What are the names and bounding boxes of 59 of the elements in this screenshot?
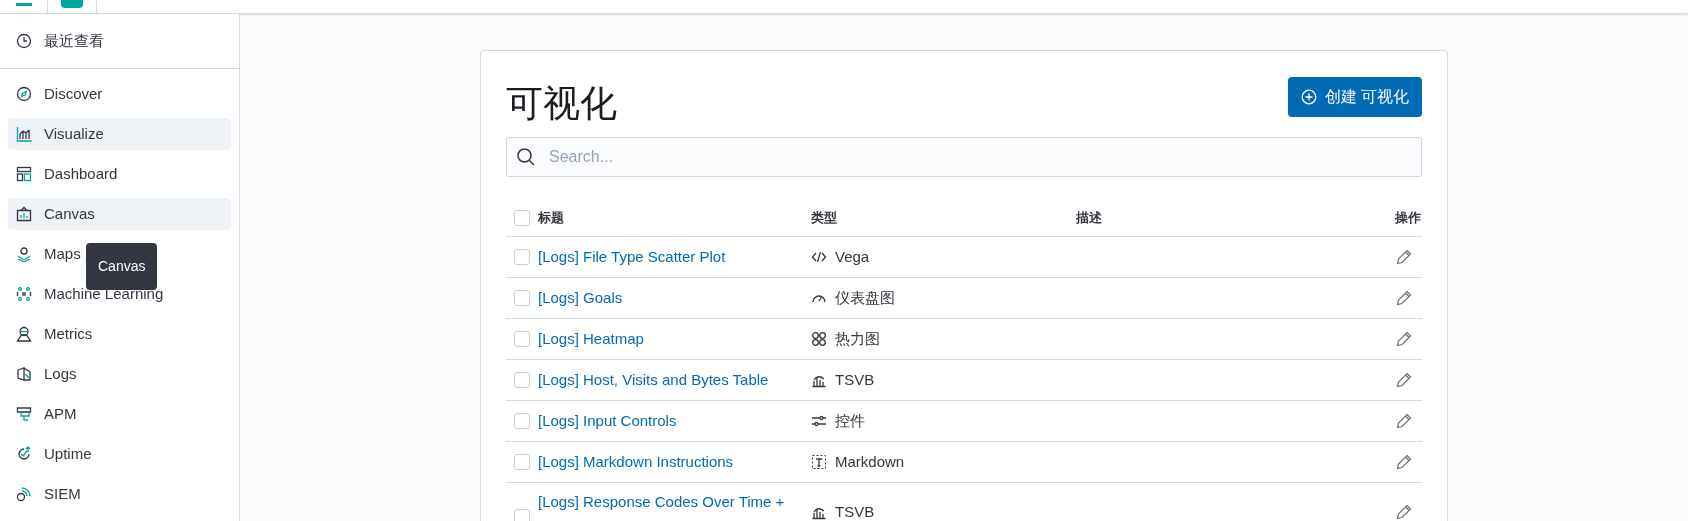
sidebar-item[interactable]: Discover — [8, 78, 111, 110]
sidebar-item[interactable]: SIEM — [8, 478, 89, 510]
page-title: 可视化 — [506, 82, 617, 126]
visualization-link[interactable]: [Logs] File Type Scatter Plot — [538, 247, 726, 265]
sidebar-item[interactable]: APM — [8, 398, 85, 430]
sidebar-item[interactable]: Visualize — [8, 118, 112, 150]
checkbox[interactable] — [514, 454, 530, 470]
sidebar-item[interactable]: 最近查看 — [8, 25, 112, 57]
pencil-icon[interactable] — [1396, 372, 1412, 388]
pencil-icon[interactable] — [1396, 290, 1412, 306]
pencil-icon[interactable] — [1396, 249, 1412, 265]
pencil-icon[interactable] — [1396, 331, 1412, 347]
visualization-link[interactable]: [Logs] Goals — [538, 288, 623, 306]
column-header[interactable]: 标题 — [538, 209, 564, 225]
pencil-icon[interactable] — [1396, 413, 1412, 429]
checkbox[interactable] — [514, 209, 530, 226]
signal-icon — [16, 486, 32, 502]
clock-icon — [16, 33, 32, 49]
checkbox[interactable] — [514, 413, 530, 429]
visualization-link[interactable]: [Logs] Host, Visits and Bytes Table — [538, 370, 769, 388]
type-label: Vega — [835, 246, 870, 267]
compass-icon — [16, 86, 32, 102]
document-icon — [16, 366, 32, 382]
pencil-icon[interactable] — [1396, 454, 1412, 470]
checkbox[interactable] — [514, 290, 530, 306]
checkbox[interactable] — [514, 372, 530, 388]
sidebar-item[interactable]: Logs — [8, 358, 85, 390]
visualization-link[interactable]: [Logs] Input Controls — [538, 411, 677, 429]
type-label: 热力图 — [835, 328, 880, 349]
visualization-link[interactable]: [Logs] Markdown Instructions — [538, 452, 734, 470]
sidebar-item[interactable]: Uptime — [8, 438, 100, 470]
search-field[interactable]: Search... — [506, 137, 1422, 177]
create-button[interactable]: 创建 可视化 — [1287, 77, 1422, 117]
chart-icon — [16, 126, 32, 142]
sidebar-item[interactable]: Maps — [8, 238, 89, 270]
search-icon — [516, 147, 536, 167]
sidebar-item[interactable]: Canvas — [8, 198, 103, 230]
column-header: 描述 — [1076, 209, 1102, 225]
type-label: 仪表盘图 — [835, 287, 895, 308]
visualization-link[interactable]: [Logs] Heatmap — [538, 329, 644, 347]
tooltip: Canvas — [86, 243, 158, 290]
type-label: TSVB — [835, 369, 875, 390]
column-header[interactable]: 类型 — [811, 209, 837, 225]
type-label: 控件 — [835, 410, 865, 431]
type-label: Markdown — [835, 451, 905, 472]
type-label: TSVB — [835, 502, 875, 521]
sidebar-item[interactable]: Metrics — [8, 318, 101, 350]
checkbox[interactable] — [514, 331, 530, 347]
dots-icon — [16, 286, 32, 302]
map-pin-icon — [16, 246, 32, 262]
checkbox[interactable] — [514, 509, 530, 521]
canvas-icon — [16, 206, 32, 222]
column-header: 操作 — [1395, 209, 1421, 225]
pencil-icon[interactable] — [1396, 504, 1412, 520]
plus-circle-icon — [1300, 89, 1317, 105]
sidebar-item[interactable]: Dashboard — [8, 158, 126, 190]
visualization-link[interactable]: [Logs] Response Codes Over Time + — [538, 493, 785, 510]
checkbox[interactable] — [514, 249, 530, 265]
dashboard-icon — [16, 166, 32, 182]
